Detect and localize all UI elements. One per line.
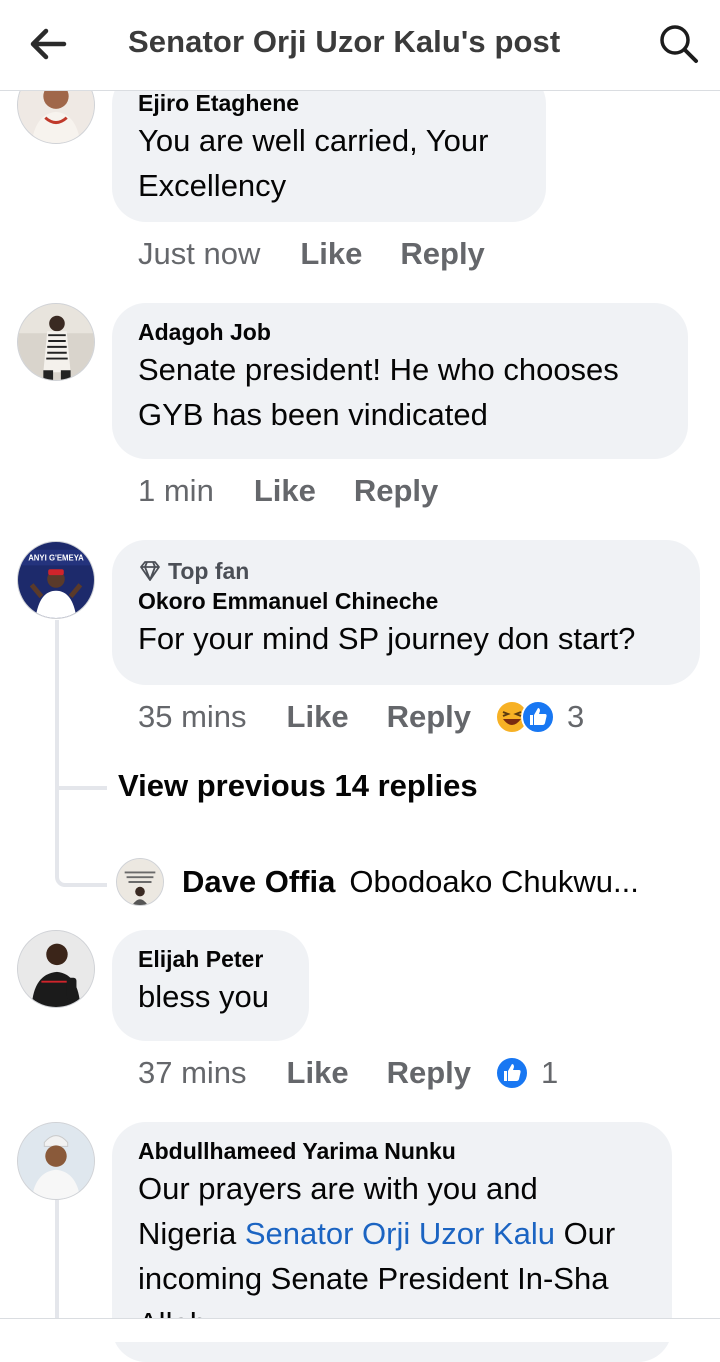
thread-connector (55, 620, 59, 790)
like-reaction-icon (521, 700, 555, 734)
reply-button[interactable]: Reply (387, 1055, 471, 1091)
avatar-abdullhameed[interactable] (17, 1122, 95, 1200)
avatar-adagoh-job[interactable] (17, 303, 95, 381)
comment-actions: 35 mins Like Reply 3 (138, 699, 584, 735)
comment-time: 35 mins (138, 699, 247, 734)
comment-text-segment: Nigeria (138, 1216, 245, 1251)
comment-text-line: For your mind SP journey don start? (138, 621, 636, 656)
like-button[interactable]: Like (300, 236, 362, 272)
comment-text-line: You are well carried, Your (138, 123, 489, 158)
mention-link[interactable]: Senator Orji Uzor Kalu (245, 1216, 555, 1251)
reaction-summary[interactable]: 3 (495, 699, 584, 735)
comment-text-line: Senate president! He who chooses (138, 352, 619, 387)
latest-reply-preview[interactable]: Dave Offia Obodoako Chukwu... (116, 856, 639, 908)
comment-text-line: Nigeria Senator Orji Uzor Kalu Our (138, 1211, 646, 1256)
top-fan-badge: Top fan (138, 556, 674, 586)
svg-text:ANYI G'EMEYA: ANYI G'EMEYA (28, 554, 84, 563)
comment-author[interactable]: Adagoh Job (138, 317, 662, 347)
search-icon (660, 25, 698, 63)
comment-time: 1 min (138, 473, 214, 508)
reaction-count: 3 (567, 699, 585, 734)
top-app-bar: Senator Orji Uzor Kalu's post (0, 0, 720, 91)
avatar-elijah-peter[interactable] (17, 930, 95, 1008)
comment-bubble: Top fan Okoro Emmanuel Chineche For your… (112, 540, 700, 685)
comment-time: 37 mins (138, 1055, 247, 1090)
like-button[interactable]: Like (287, 1055, 349, 1091)
comment-composer-edge (0, 1318, 720, 1342)
reply-button[interactable]: Reply (400, 236, 484, 272)
reaction-summary[interactable]: 1 (495, 1055, 558, 1091)
comments-list: Ejiro Etaghene You are well carried, You… (0, 0, 720, 1362)
view-previous-replies-link[interactable]: View previous 14 replies (118, 768, 478, 804)
profile-photo (18, 931, 94, 1007)
comment-bubble: Adagoh Job Senate president! He who choo… (112, 303, 688, 459)
comment-author[interactable]: Okoro Emmanuel Chineche (138, 586, 674, 616)
profile-photo (18, 304, 94, 380)
comment-text-segment: Our (554, 1216, 616, 1251)
reply-button[interactable]: Reply (354, 473, 438, 509)
profile-photo (18, 1123, 94, 1199)
profile-photo: ANYI G'EMEYA (18, 542, 94, 618)
profile-photo (117, 859, 163, 905)
comment-author[interactable]: Elijah Peter (138, 944, 283, 974)
avatar-dave-offia[interactable] (116, 858, 164, 906)
top-fan-label: Top fan (168, 558, 250, 584)
reaction-count: 1 (541, 1055, 559, 1090)
comment-text-line: Excellency (138, 168, 287, 203)
comment-bubble: Ejiro Etaghene You are well carried, You… (112, 70, 546, 222)
back-arrow-icon (30, 28, 67, 60)
reply-text: Obodoako Chukwu... (349, 864, 639, 899)
page-title: Senator Orji Uzor Kalu's post (128, 24, 561, 59)
comment-text-line: bless you (138, 979, 269, 1014)
diamond-icon (140, 561, 160, 581)
comment-text-line: incoming Senate President In-Sha (138, 1261, 609, 1296)
comment-author[interactable]: Abdullhameed Yarima Nunku (138, 1136, 646, 1166)
comment-text-line: GYB has been vindicated (138, 397, 488, 432)
comment-actions: 1 min Like Reply (138, 473, 476, 509)
comment-text-line: Our prayers are with you and (138, 1171, 538, 1206)
comment-author[interactable]: Ejiro Etaghene (138, 88, 520, 118)
thread-connector (55, 1200, 59, 1318)
comment-actions: 37 mins Like Reply 1 (138, 1055, 558, 1091)
reply-button[interactable]: Reply (387, 699, 471, 735)
like-reaction-icon (495, 1056, 529, 1090)
like-button[interactable]: Like (287, 699, 349, 735)
comment-bubble: Elijah Peter bless you (112, 930, 309, 1041)
search-button[interactable] (654, 20, 702, 68)
comment-actions: Just now Like Reply (138, 236, 523, 272)
reply-author[interactable]: Dave Offia (182, 864, 335, 900)
back-button[interactable] (26, 24, 70, 64)
avatar-okoro-emmanuel[interactable]: ANYI G'EMEYA (17, 541, 95, 619)
comment-time: Just now (138, 236, 261, 271)
thread-connector (55, 786, 107, 887)
like-button[interactable]: Like (254, 473, 316, 509)
